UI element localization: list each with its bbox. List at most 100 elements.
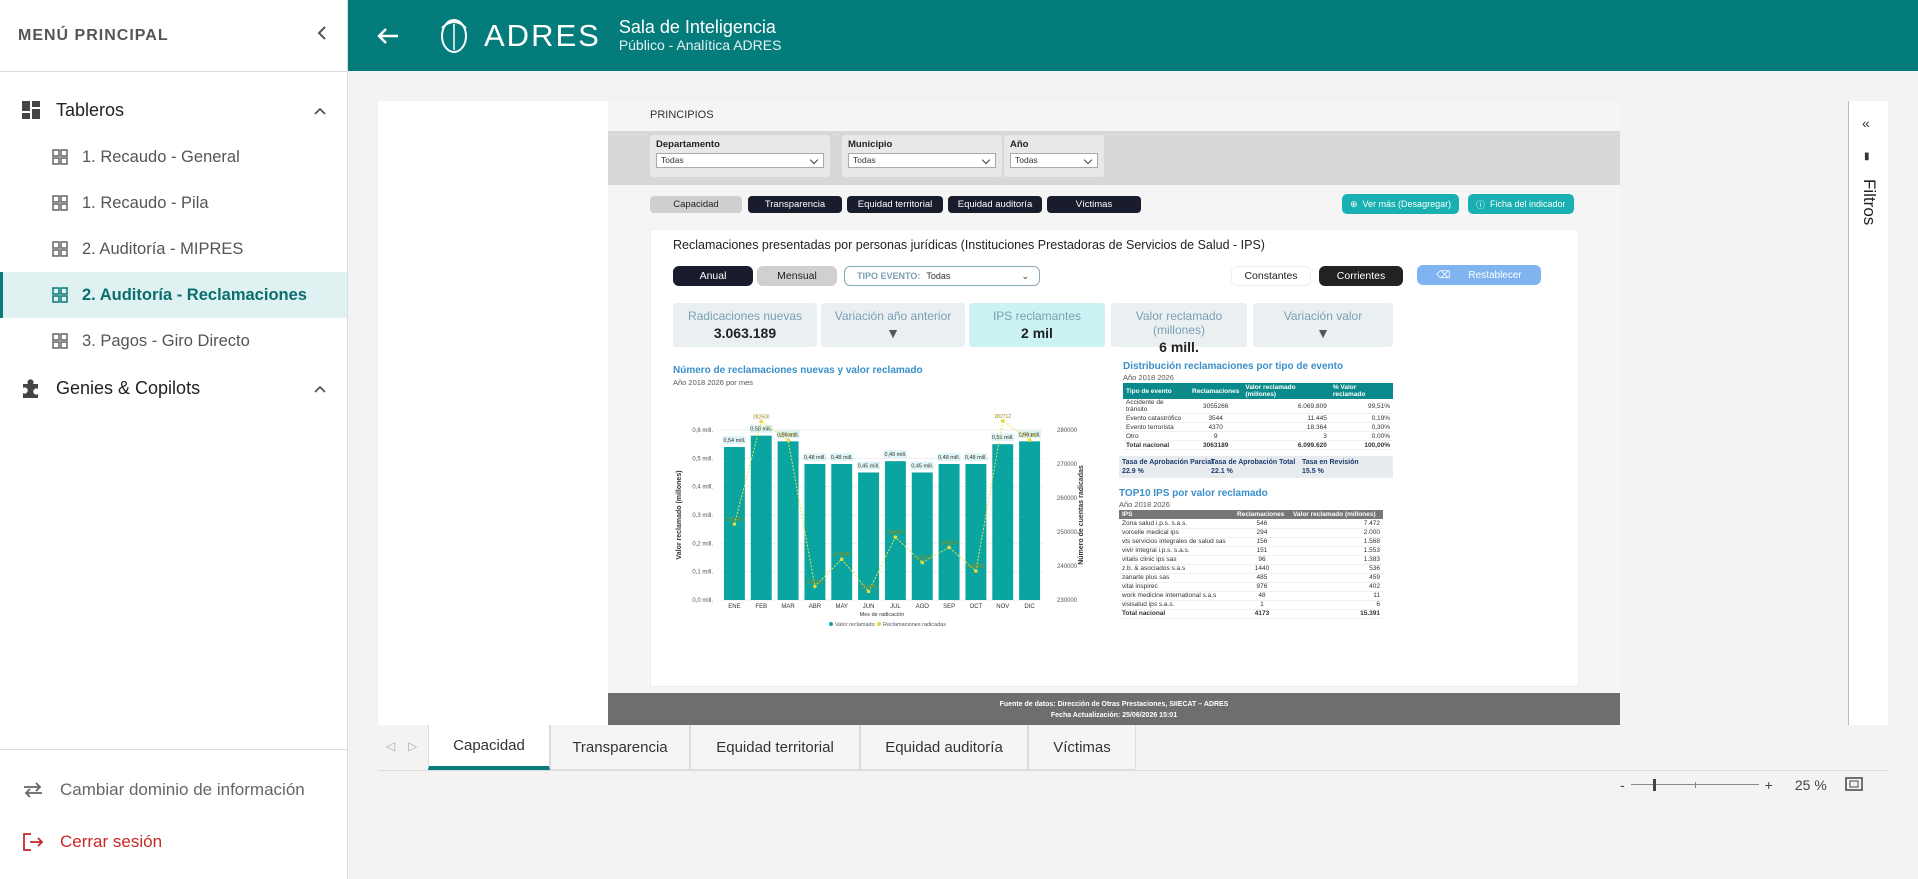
filters-panel[interactable]: « ▮ Filtros [1848, 101, 1888, 725]
kpi-value: ▼ [1316, 325, 1330, 341]
kpi-variacion-anio: Variación año anterior ▼ [821, 303, 965, 347]
y2-axis-label: Número de cuentas radicadas [1078, 465, 1085, 565]
tab-equidad-territorial[interactable]: Equidad territorial [847, 196, 943, 213]
grid-icon [52, 149, 68, 165]
brand-name: ADRES [484, 17, 601, 53]
tipo-evento-label: TIPO EVENTO: [857, 271, 921, 281]
page-tab-equidad-auditoria[interactable]: Equidad auditoría [860, 725, 1028, 770]
table-cell: 3063189 [1189, 440, 1243, 450]
y2-tick-label: 240000 [1057, 564, 1078, 570]
adres-logo: ADRES [434, 14, 601, 58]
bar-data-label: 0,48 mill. [804, 455, 826, 461]
table-cell: visisalud ips s.a.s. [1119, 600, 1235, 610]
zoom-out-button[interactable]: - [1620, 777, 1625, 793]
sidebar-item-auditoria-mipres[interactable]: 2. Auditoría - MIPRES [0, 226, 347, 272]
table-cell: 3055266 [1189, 399, 1243, 414]
table-cell: 9 [1189, 431, 1243, 441]
filter-select[interactable]: Todas [848, 153, 996, 168]
section-label: Genies & Copilots [56, 377, 201, 398]
bar-data-label: 0,45 mill. [911, 464, 933, 470]
filter-ano[interactable]: Año Todas [1004, 135, 1104, 177]
page-tab-capacidad[interactable]: Capacidad [428, 725, 550, 770]
table-cell: vorcelle medical ips [1119, 528, 1235, 538]
table-header-row: IPS Reclamaciones Valor reclamado (millone… [1119, 510, 1383, 519]
change-domain-button[interactable]: Cambiar dominio de información [0, 764, 347, 816]
ficha-indicador-button[interactable]: ⓘ Ficha del indicador [1468, 194, 1574, 214]
sidebar-item-pagos-giro-directo[interactable]: 3. Pagos - Giro Directo [0, 318, 347, 364]
chevron-up-icon[interactable] [313, 100, 327, 121]
double-chevron-left-icon[interactable]: « [1862, 115, 1870, 131]
zoom-plus-icon: ⊕ [1350, 198, 1358, 209]
tipo-evento-select[interactable]: TIPO EVENTO: Todas ⌄ [844, 266, 1040, 286]
tab-equidad-auditoria[interactable]: Equidad auditoría [948, 196, 1042, 213]
sidebar: MENÚ PRINCIPAL Tableros 1. Recaudo - Gen… [0, 0, 348, 879]
section-genies-copilots[interactable]: Genies & Copilots [0, 364, 347, 412]
sidebar-item-label: 2. Auditoría - Reclamaciones [82, 285, 307, 304]
chevron-up-icon[interactable] [313, 378, 327, 399]
page-tab-equidad-territorial[interactable]: Equidad territorial [690, 725, 860, 770]
report-footer: Fuente de datos: Dirección de Otras Pres… [608, 693, 1620, 725]
table-row: Zona salud i.p.s. s.a.s. 546 7.472 [1119, 519, 1383, 529]
sidebar-item-recaudo-general[interactable]: 1. Recaudo - General [0, 134, 347, 180]
sidebar-item-auditoria-reclamaciones[interactable]: 2. Auditoría - Reclamaciones [0, 272, 347, 318]
bar-data-label: 0,48 mill. [965, 455, 987, 461]
tipo-evento-value: Todas [926, 271, 951, 281]
filter-municipio[interactable]: Municipio Todas [842, 135, 1002, 177]
filter-select[interactable]: Todas [656, 153, 824, 168]
x-tick-label: NOV [996, 604, 1009, 610]
table-cell: work medicine international s.a.s [1119, 591, 1235, 601]
tab-capacidad[interactable]: Capacidad [650, 196, 742, 213]
table-cell: 100,00% [1329, 440, 1393, 450]
table-cell: 151 [1234, 546, 1290, 556]
dist-subtitle: Año 2018 2026 [1123, 373, 1174, 382]
table-cell: 3 [1242, 431, 1330, 441]
line-data-label: 234000 [807, 579, 824, 585]
tab-victimas[interactable]: Víctimas [1047, 196, 1141, 213]
sidebar-item-label: 2. Auditoría - MIPRES [82, 239, 244, 258]
sidebar-item-recaudo-pila[interactable]: 1. Recaudo - Pila [0, 180, 347, 226]
restablecer-button[interactable]: ⌫ Restablecer [1417, 265, 1541, 285]
logout-button[interactable]: Cerrar sesión [0, 816, 347, 868]
page-tab-victimas[interactable]: Víctimas [1028, 725, 1136, 770]
section-tableros[interactable]: Tableros [0, 86, 347, 134]
zoom-slider[interactable] [1630, 779, 1759, 791]
sidebar-header: MENÚ PRINCIPAL [0, 0, 347, 72]
next-page-icon[interactable]: ▷ [408, 739, 417, 753]
line-data-label: 282712 [994, 414, 1011, 420]
zoom-slider-thumb[interactable] [1652, 779, 1656, 791]
filter-departamento[interactable]: Departamento Todas [650, 135, 830, 177]
ver-mas-button[interactable]: ⊕ Ver más (Desagregar) [1342, 194, 1460, 214]
page-tab-transparencia[interactable]: Transparencia [550, 725, 690, 770]
sidebar-item-label: 3. Pagos - Giro Directo [82, 331, 250, 350]
table-header: Tipo de evento [1123, 383, 1189, 399]
y-tick-label: 0,5 mill. [692, 456, 713, 462]
table-cell: 1.568 [1289, 537, 1383, 547]
constantes-button[interactable]: Constantes [1231, 266, 1311, 286]
zoom-in-button[interactable]: + [1765, 777, 1773, 793]
tasa-revision-value: 15.5 % [1302, 468, 1324, 475]
sidebar-item-label: 1. Recaudo - General [82, 147, 240, 166]
tab-transparencia[interactable]: Transparencia [748, 196, 842, 213]
x-tick-label: AGO [916, 604, 930, 610]
table-row: work medicine international s.a.s 48 11 [1119, 591, 1383, 601]
line-data-label: 252300 [726, 517, 743, 523]
filter-label: Año [1010, 139, 1029, 150]
x-tick-label: OCT [970, 604, 983, 610]
section-label: Tableros [56, 99, 125, 120]
prev-page-icon[interactable]: ◁ [386, 739, 395, 753]
fit-page-icon[interactable] [1845, 776, 1863, 794]
corrientes-button[interactable]: Corrientes [1319, 266, 1403, 286]
chart-bar [992, 444, 1014, 600]
chart-bar [911, 472, 933, 600]
table-cell: Zona salud i.p.s. s.a.s. [1119, 519, 1235, 529]
back-arrow-icon[interactable] [376, 22, 404, 50]
top-ips-subtitle: Año 2018 2026 [1119, 500, 1170, 509]
anual-button[interactable]: Anual [673, 266, 753, 286]
collapse-sidebar-icon[interactable] [315, 24, 329, 47]
mensual-button[interactable]: Mensual [757, 266, 837, 286]
filter-select[interactable]: Todas [1010, 153, 1098, 168]
table-cell: 15.391 [1289, 608, 1383, 619]
table-cell: Total nacional [1119, 608, 1235, 619]
table-cell: 546 [1234, 519, 1290, 529]
chart-bar [858, 472, 880, 600]
